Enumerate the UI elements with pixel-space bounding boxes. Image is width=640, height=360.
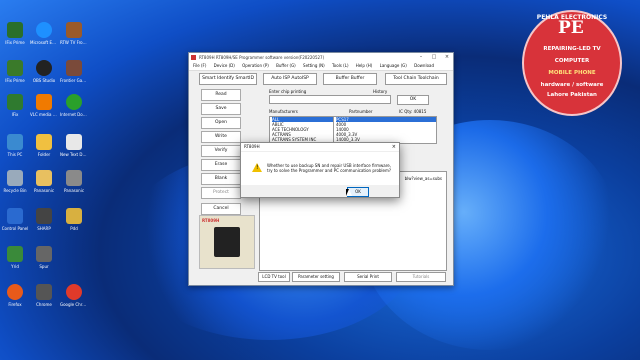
buffer-button[interactable]: Buffer Buffer: [323, 73, 377, 85]
save-button[interactable]: Save: [201, 103, 241, 115]
menu-operation[interactable]: Operation (P): [242, 63, 269, 68]
desktop-icon[interactable]: OBS Studio: [30, 60, 58, 83]
history-label: History: [373, 89, 388, 94]
close-icon[interactable]: ×: [441, 53, 453, 62]
toolchain-button[interactable]: Tool Chain Toolchain: [385, 73, 447, 85]
desktop-icon[interactable]: IFix Prime: [1, 22, 29, 45]
menu-bar: File (F) Device (D) Operation (P) Buffer…: [189, 62, 453, 71]
desktop-icon-grid: IFix Prime Microsoft Edge RTW TV Frontie…: [0, 0, 92, 352]
cancel-button[interactable]: Cancel: [201, 203, 241, 215]
maximize-icon[interactable]: □: [428, 53, 440, 62]
desktop-icon[interactable]: Frontier Game: [60, 60, 88, 83]
desktop-icon[interactable]: Panasonic: [60, 170, 88, 193]
smart-identify-button[interactable]: Smart Identify SmartID: [199, 73, 257, 85]
desktop-icon[interactable]: Spur: [30, 246, 58, 269]
verify-button[interactable]: Verify: [201, 145, 241, 157]
repair-usb-dialog: RT809H × Whether to use backup SN and re…: [240, 142, 400, 198]
tutorials-button[interactable]: Tutorials: [396, 272, 446, 282]
log-text: blw?view_as=subs: [404, 176, 442, 181]
menu-tools[interactable]: Tools (L): [332, 63, 348, 68]
desktop-icon[interactable]: Folder: [30, 134, 58, 157]
desktop-icon[interactable]: This PC: [1, 134, 29, 157]
device-image: RT809H: [199, 215, 255, 269]
logo-line: Lahore Pakistan: [547, 92, 597, 98]
erase-button[interactable]: Erase: [201, 159, 241, 171]
manufacturers-label: Manufacturers: [269, 109, 298, 114]
read-button[interactable]: Read: [201, 89, 241, 101]
logo-line: COMPUTER: [554, 58, 590, 64]
desktop-icon[interactable]: Pdd: [60, 208, 88, 231]
menu-setting[interactable]: Setting (N): [303, 63, 325, 68]
menu-file[interactable]: File (F): [193, 63, 206, 68]
open-button[interactable]: Open: [201, 117, 241, 129]
dialog-close-icon[interactable]: ×: [392, 143, 396, 151]
ic-qty-label: IC Qty: 40815: [399, 109, 427, 114]
chip-search-input[interactable]: [269, 95, 391, 104]
dialog-message: Whether to use backup SN and repair USB …: [267, 163, 392, 173]
write-button[interactable]: Write: [201, 131, 241, 143]
serial-print-button[interactable]: Serial Print: [344, 272, 392, 282]
desktop-icon[interactable]: Google Chrome: [60, 284, 88, 307]
desktop-icon[interactable]: Panasonic: [30, 170, 58, 193]
menu-help[interactable]: Help (H): [356, 63, 373, 68]
logo-initials: PE: [558, 18, 584, 38]
menu-download[interactable]: Download: [414, 63, 434, 68]
pehla-electronics-logo: PEHLA ELECTRONICS PE REPAIRING-LED TV CO…: [522, 10, 622, 116]
menu-language[interactable]: Language (G): [380, 63, 407, 68]
partnumber-list[interactable]: PCS17 4000 14000 4000_3.3V 14000_3.3V: [333, 116, 437, 144]
programmer-icon: [214, 227, 240, 257]
desktop-icon[interactable]: New Text Document: [60, 134, 88, 157]
ok-search-button[interactable]: OK: [397, 95, 429, 105]
desktop-icon[interactable]: Internet Download: [60, 94, 88, 117]
window-titlebar: RT809H RT809H/SE Programmer software ver…: [189, 53, 453, 62]
desktop-icon[interactable]: Chrome: [30, 284, 58, 307]
blank-button[interactable]: Blank: [201, 173, 241, 185]
device-label: RT809H: [202, 218, 220, 223]
chip-printing-label: Enter chip printing: [269, 89, 307, 94]
protect-button[interactable]: Protect: [201, 187, 241, 199]
manufacturer-list[interactable]: ALL ABLIC ACE TECHNOLOGY ACTRANS ACTRANS…: [269, 116, 335, 144]
menu-buffer[interactable]: Buffer (G): [276, 63, 296, 68]
desktop-icon[interactable]: IFix Prime: [1, 60, 29, 83]
desktop-icon[interactable]: IFix: [1, 94, 29, 117]
lcd-tv-tool-button[interactable]: LCD TV tool: [258, 272, 290, 282]
auto-isp-button[interactable]: Auto ISP AutoISP: [263, 73, 317, 85]
minimize-icon[interactable]: –: [415, 53, 427, 62]
partnumber-label: Partnumber: [349, 109, 373, 114]
parameter-setting-button[interactable]: Parameter setting: [292, 272, 340, 282]
dialog-footer: OK: [241, 185, 399, 197]
desktop-icon[interactable]: Control Panel: [1, 208, 29, 231]
desktop-icon[interactable]: SHARP: [30, 208, 58, 231]
dialog-title: RT809H: [241, 143, 399, 152]
mouse-cursor-icon: [346, 189, 352, 196]
app-icon: [191, 55, 196, 60]
desktop-icon[interactable]: VLC media player: [30, 94, 58, 117]
desktop-icon[interactable]: Recycle Bin: [1, 170, 29, 193]
desktop-icon[interactable]: Firefox: [1, 284, 29, 307]
desktop-icon[interactable]: RTW TV Frontier: [60, 22, 88, 45]
warning-icon: [252, 163, 262, 172]
logo-line: MOBILE PHONE: [548, 70, 596, 76]
desktop-icon[interactable]: Microsoft Edge: [30, 22, 58, 45]
menu-device[interactable]: Device (D): [214, 63, 235, 68]
window-title: RT809H RT809H/SE Programmer software ver…: [199, 55, 325, 60]
logo-line: REPAIRING-LED TV: [543, 46, 601, 52]
desktop-icon[interactable]: Yrid: [1, 246, 29, 269]
logo-line: hardware / software: [540, 82, 604, 88]
